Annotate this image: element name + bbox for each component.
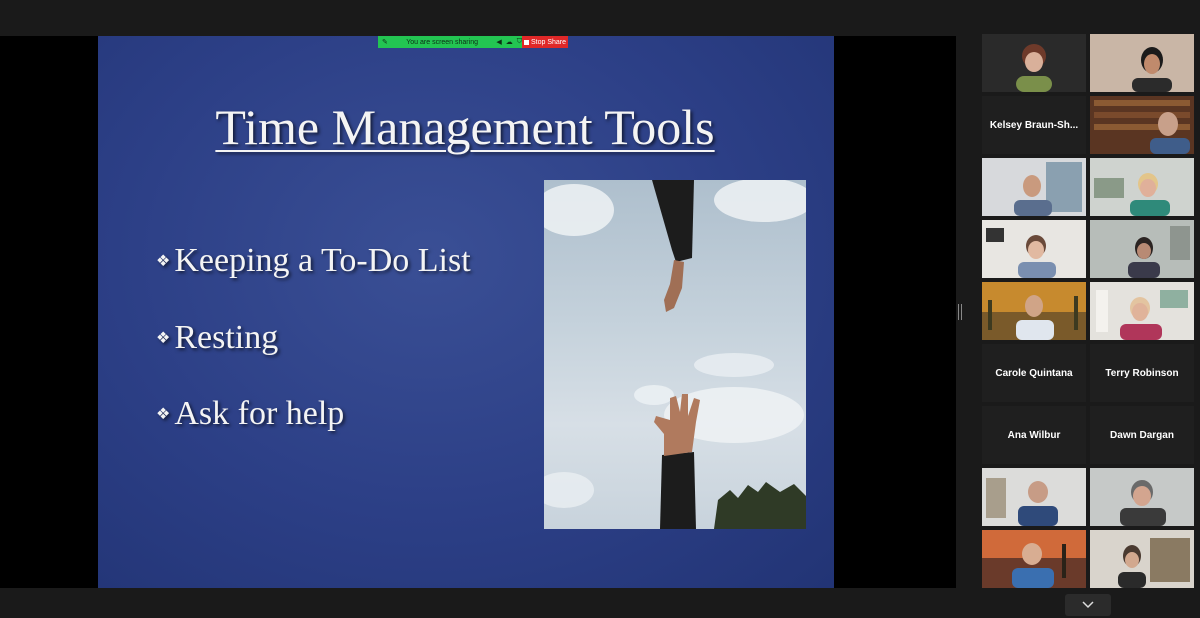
panel-splitter-icon[interactable] — [958, 304, 962, 320]
share-status-text: You are screen sharing — [406, 38, 478, 46]
stop-share-label: Stop Share — [530, 38, 567, 46]
stop-icon — [523, 39, 529, 45]
participant-name-tile[interactable]: Terry Robinson — [1090, 344, 1194, 402]
participant-name: Carole Quintana — [995, 367, 1073, 379]
participant-name: Ana Wilbur — [1007, 429, 1061, 441]
pin-icon[interactable]: ✎ — [382, 38, 388, 46]
bullet-text: Resting — [174, 319, 279, 356]
bullet-text: Keeping a To-Do List — [174, 242, 471, 279]
bullet-diamond-icon: ❖ — [156, 406, 171, 423]
meeting-top-bar — [0, 0, 1200, 36]
participant-video-tile[interactable] — [1090, 530, 1194, 588]
participant-video-tile[interactable] — [982, 34, 1086, 92]
participant-video-tile[interactable] — [1090, 158, 1194, 216]
cloud-icon[interactable]: ☁ — [506, 38, 513, 46]
screen-share-banner: ✎ You are screen sharing ◀ ☁ ⛉ Stop Shar… — [378, 36, 568, 48]
hands-sky-illustration — [544, 180, 806, 529]
participant-video-tile[interactable] — [1090, 96, 1194, 154]
participant-video-tile[interactable] — [1090, 220, 1194, 278]
participant-name-tile[interactable]: Kelsey Braun-Sh... — [982, 96, 1086, 154]
bullet-text: Ask for help — [174, 395, 345, 432]
participant-video-tile[interactable] — [982, 530, 1086, 588]
participant-video-tile-active-speaker[interactable] — [1090, 282, 1194, 340]
participant-video-tile[interactable] — [982, 158, 1086, 216]
meeting-bottom-bar — [0, 588, 1200, 618]
participant-name: Dawn Dargan — [1110, 429, 1174, 441]
stop-share-button[interactable]: Stop Share — [522, 36, 568, 48]
slide-bullet: ❖ Resting — [156, 319, 278, 357]
bullet-diamond-icon: ❖ — [156, 253, 171, 270]
collapse-button[interactable] — [1065, 594, 1111, 616]
slide-title: Time Management Tools — [215, 99, 715, 155]
participant-video-tile[interactable] — [982, 282, 1086, 340]
slide-bullet: ❖ Keeping a To-Do List — [156, 242, 471, 280]
participant-name: Kelsey Braun-Sh... — [989, 119, 1079, 131]
reaching-hands-photo — [544, 180, 806, 529]
presentation-slide: Time Management Tools ❖ Keeping a To-Do … — [98, 36, 834, 588]
participant-name-tile[interactable]: Ana Wilbur — [982, 406, 1086, 464]
participant-name-tile[interactable]: Carole Quintana — [982, 344, 1086, 402]
share-status-bar: ✎ You are screen sharing ◀ ☁ ⛉ — [378, 36, 522, 48]
slide-bullet: ❖ Ask for help — [156, 395, 344, 433]
participant-video-tile[interactable] — [982, 468, 1086, 526]
participant-video-tile[interactable] — [982, 220, 1086, 278]
chevron-down-icon — [1082, 601, 1094, 609]
participant-name: Terry Robinson — [1105, 367, 1179, 379]
participant-video-tile[interactable] — [1090, 34, 1194, 92]
audio-icon[interactable]: ◀ — [496, 38, 501, 46]
participant-name-tile[interactable]: Dawn Dargan — [1090, 406, 1194, 464]
participant-video-tile[interactable] — [1090, 468, 1194, 526]
bullet-diamond-icon: ❖ — [156, 330, 171, 347]
